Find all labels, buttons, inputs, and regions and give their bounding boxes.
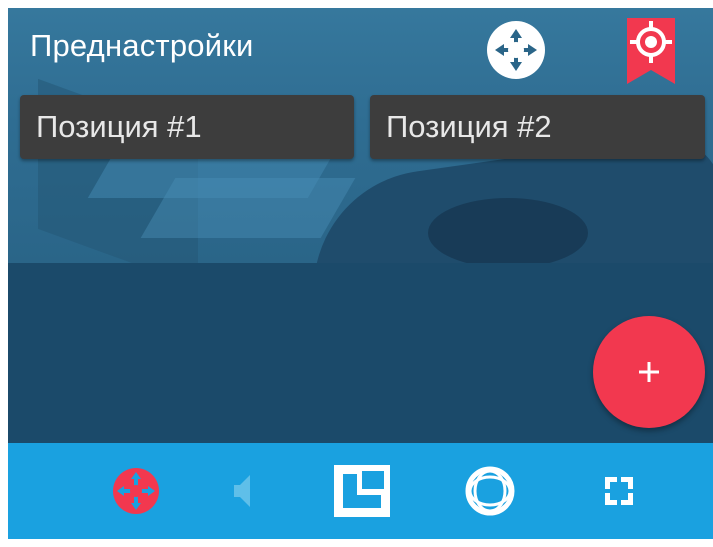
preset-item-2[interactable]: Позиция #2	[370, 95, 705, 159]
ptz-icon[interactable]	[108, 463, 164, 519]
sound-icon[interactable]	[213, 463, 269, 519]
fisheye-icon[interactable]	[462, 463, 518, 519]
preset-item-1[interactable]: Позиция #1	[20, 95, 354, 159]
fullscreen-icon[interactable]	[591, 463, 647, 519]
plus-icon	[639, 362, 659, 382]
layout-icon[interactable]	[334, 463, 390, 519]
preset-bookmark-icon[interactable]	[627, 18, 675, 84]
video-screen: Преднастройки Позиция #1 Позиция #2	[8, 8, 713, 539]
bottom-toolbar	[8, 443, 713, 539]
page-title: Преднастройки	[30, 28, 254, 63]
add-preset-button[interactable]	[593, 316, 705, 428]
ptz-move-icon[interactable]	[487, 21, 545, 79]
